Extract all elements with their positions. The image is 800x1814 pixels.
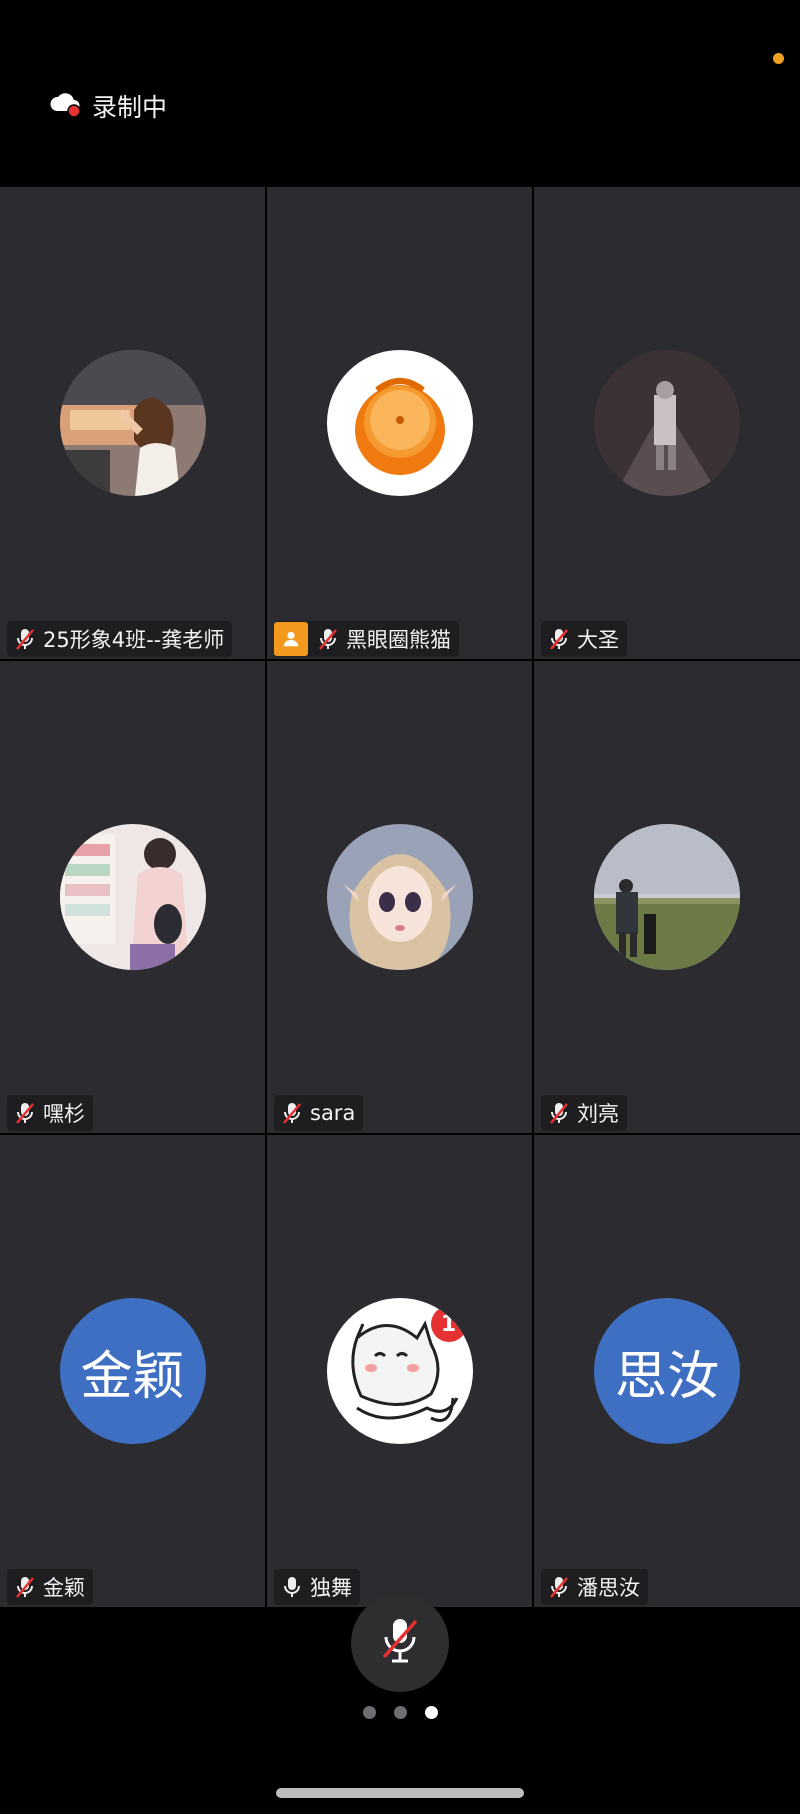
participant-tile[interactable]: sara [267,661,532,1133]
participant-name: 大圣 [577,628,619,652]
participant-name: 刘亮 [577,1102,619,1126]
participant-tile[interactable]: 金颖 金颖 [0,1135,265,1607]
participant-tile[interactable]: 大圣 [534,187,800,659]
participant-tile[interactable]: 黑眼圈熊猫 [267,187,532,659]
participant-tile[interactable]: 25形象4班--龚老师 [0,187,265,659]
participant-nametag: 嘿杉 [7,1095,93,1131]
page-indicator [0,1706,800,1719]
page-dot[interactable] [362,1706,376,1719]
recording-indicator[interactable]: 录制中 [48,86,167,126]
status-indicator-dot [773,53,784,64]
participant-nametag: 独舞 [274,1569,360,1605]
mute-toggle-button[interactable] [351,1594,449,1692]
participant-nametag: 25形象4班--龚老师 [7,621,233,657]
notification-badge: 1 [430,1306,467,1342]
mic-muted-icon [7,621,43,657]
mic-muted-icon [274,1095,310,1131]
participant-avatar [59,350,206,496]
cloud-record-icon [48,89,82,123]
host-badge-icon [274,622,308,656]
participant-name: 独舞 [310,1576,352,1600]
mic-muted-icon [7,1095,43,1131]
mic-muted-icon [541,1095,577,1131]
participant-tile[interactable]: 刘亮 [534,661,800,1133]
participant-text-avatar: 思汝 [594,1298,740,1444]
participant-tile[interactable]: 思汝 潘思汝 [534,1135,800,1607]
page-dot-active[interactable] [424,1706,438,1719]
participant-name: 潘思汝 [577,1576,640,1600]
mic-muted-icon [541,621,577,657]
participant-avatar [594,824,740,970]
mic-muted-icon [378,1615,422,1671]
participant-nametag: 黑眼圈熊猫 [274,621,459,657]
participant-avatar [326,824,473,970]
participant-avatar: 1 [326,1298,473,1444]
home-indicator[interactable] [276,1788,524,1798]
participant-nametag: sara [274,1095,364,1131]
mic-on-icon [274,1569,310,1605]
recording-label: 录制中 [92,93,168,122]
participant-name: 25形象4班--龚老师 [43,628,225,652]
participant-name: 嘿杉 [43,1102,85,1126]
page-dot[interactable] [393,1706,407,1719]
participant-avatar [59,824,206,970]
mic-muted-icon [7,1569,43,1605]
participant-nametag: 刘亮 [541,1095,627,1131]
mic-muted-icon [541,1569,577,1605]
mic-muted-icon [310,621,346,657]
participant-grid: 25形象4班--龚老师 黑眼圈熊猫 大圣 嘿杉 sara 刘亮 金颖 金颖 1 … [0,187,800,1608]
participant-name: 金颖 [43,1576,85,1600]
participant-text-avatar: 金颖 [59,1298,206,1444]
participant-nametag: 潘思汝 [541,1569,648,1605]
participant-tile[interactable]: 1 独舞 [267,1135,532,1607]
participant-avatar [326,350,473,496]
participant-name: sara [310,1101,356,1125]
participant-nametag: 大圣 [541,621,627,657]
participant-tile[interactable]: 嘿杉 [0,661,265,1133]
participant-nametag: 金颖 [7,1569,93,1605]
participant-avatar [594,350,740,496]
participant-name: 黑眼圈熊猫 [346,628,451,652]
